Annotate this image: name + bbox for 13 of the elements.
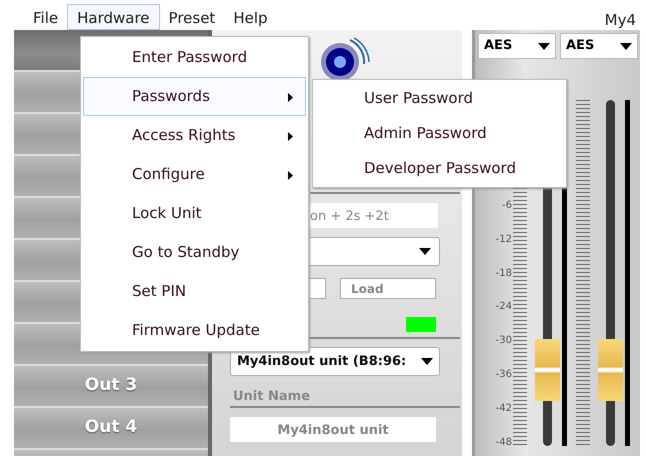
field-label: Unit Name [233,388,310,406]
dropdown-value: My4in8out unit (B8:96: [237,352,406,371]
scale-label: -24 [496,300,512,314]
scale-label: -6 [502,199,512,213]
scale-label: -12 [496,232,512,247]
scale-label: -36 [496,368,512,382]
dropdown-value: AES [484,37,512,56]
dropdown-value: AES [566,37,594,56]
scale-label: -48 [496,436,512,450]
scale-label: -30 [496,334,512,348]
device-name: My4 [604,10,636,31]
scale-label: -18 [496,266,512,281]
scale-label: -42 [496,402,512,416]
